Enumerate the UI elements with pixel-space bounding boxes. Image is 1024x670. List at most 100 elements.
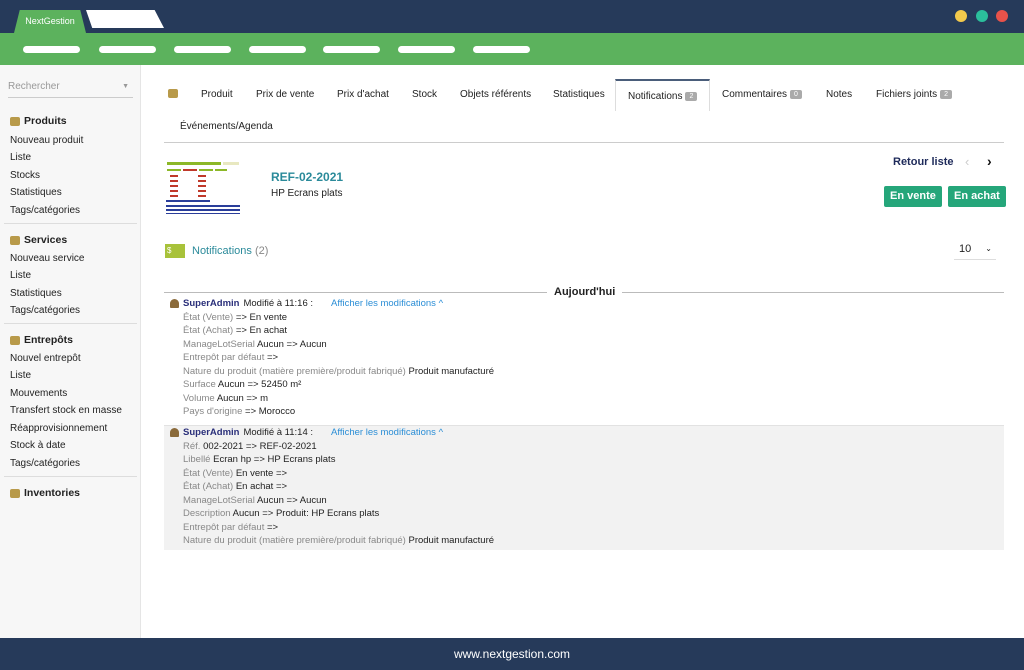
search-input[interactable]: Rechercher ▼ bbox=[8, 81, 133, 98]
count-badge: 2 bbox=[685, 92, 698, 101]
tab-label: Notifications bbox=[628, 91, 683, 102]
section-produits[interactable]: Produits bbox=[10, 115, 67, 127]
change-label: État (Achat) bbox=[183, 481, 234, 492]
page-size-value: 10 bbox=[959, 243, 972, 255]
change-label: ManageLotSerial bbox=[183, 494, 255, 506]
change-line: Libellé Ecran hp => HP Ecrans plats bbox=[164, 453, 1004, 467]
show-changes-link[interactable]: Afficher les modifications ^ bbox=[331, 297, 443, 311]
tab-prix-achat[interactable]: Prix d'achat bbox=[337, 89, 389, 100]
minimize-icon[interactable] bbox=[955, 10, 967, 22]
product-icon bbox=[168, 89, 178, 98]
entry-action: Modifié à 11:16 : bbox=[243, 298, 314, 309]
user-name[interactable]: SuperAdmin bbox=[183, 426, 239, 440]
change-label: Nature du produit (matière première/prod… bbox=[183, 535, 406, 546]
menu-item[interactable] bbox=[99, 46, 156, 53]
sidebar-item[interactable]: Nouvel entrepôt bbox=[10, 353, 81, 364]
chevron-down-icon: ▼ bbox=[122, 83, 129, 90]
change-line: Pays d'origine => Morocco bbox=[164, 405, 1004, 419]
tab-evenements[interactable]: Événements/Agenda bbox=[180, 121, 273, 132]
sidebar-item[interactable]: Tags/catégories bbox=[10, 205, 80, 216]
change-line: Nature du produit (matière première/prod… bbox=[164, 534, 1004, 548]
sidebar-item[interactable]: Stock à date bbox=[10, 440, 66, 451]
tab-produit[interactable]: Produit bbox=[201, 89, 233, 100]
services-icon bbox=[10, 235, 20, 245]
status-buy-button[interactable]: En achat bbox=[948, 186, 1006, 207]
inventory-icon bbox=[10, 488, 20, 498]
notifications-title: Notifications (2) bbox=[192, 245, 268, 257]
tab-stock[interactable]: Stock bbox=[412, 89, 437, 100]
change-line: ManageLotSerial Aucun => Aucun bbox=[164, 494, 1004, 508]
tab-commentaires[interactable]: Commentaires 0 bbox=[722, 89, 802, 100]
tab-notes[interactable]: Notes bbox=[826, 89, 852, 100]
change-value: 002-2021 => REF-02-2021 bbox=[203, 440, 317, 452]
tab-fichiers-joints[interactable]: Fichiers joints 2 bbox=[876, 89, 953, 100]
change-value: => bbox=[266, 352, 279, 363]
change-value: Aucun => 52450 m² bbox=[217, 379, 302, 390]
change-value: Produit manufacturé bbox=[408, 535, 495, 546]
box-icon bbox=[10, 116, 20, 126]
notifications-icon: $ bbox=[165, 244, 185, 258]
menu-item[interactable] bbox=[323, 46, 380, 53]
sidebar-item[interactable]: Mouvements bbox=[10, 388, 67, 399]
chevron-up-icon: ^ bbox=[438, 427, 444, 438]
change-value: => En vente bbox=[235, 311, 288, 323]
change-line: Nature du produit (matière première/prod… bbox=[164, 365, 1004, 379]
status-sell-button[interactable]: En vente bbox=[884, 186, 942, 207]
change-line: Entrepôt par défaut => bbox=[164, 351, 1004, 365]
app-tab[interactable]: NextGestion bbox=[14, 10, 86, 33]
notifications-count: (2) bbox=[254, 245, 269, 257]
sidebar-item[interactable]: Stocks bbox=[10, 170, 40, 181]
close-icon[interactable] bbox=[996, 10, 1008, 22]
menu-item[interactable] bbox=[23, 46, 80, 53]
change-label: Surface bbox=[183, 379, 216, 390]
section-entrepots[interactable]: Entrepôts bbox=[10, 334, 73, 346]
change-line: État (Achat) En achat => bbox=[164, 480, 1004, 494]
change-label: Entrepôt par défaut bbox=[183, 521, 265, 533]
change-label: État (Vente) bbox=[183, 467, 234, 479]
menu-item[interactable] bbox=[398, 46, 455, 53]
next-icon[interactable]: › bbox=[987, 153, 992, 169]
sidebar-item[interactable]: Liste bbox=[10, 270, 31, 281]
change-value: Produit manufacturé bbox=[408, 365, 495, 377]
show-changes-link[interactable]: Afficher les modifications ^ bbox=[331, 426, 443, 440]
blank-tab[interactable] bbox=[86, 10, 164, 28]
back-to-list-link[interactable]: Retour liste bbox=[893, 156, 954, 168]
change-value: Aucun => Produit: HP Ecrans plats bbox=[232, 508, 380, 519]
sidebar-item[interactable]: Tags/catégories bbox=[10, 305, 80, 316]
sidebar-item[interactable]: Liste bbox=[10, 152, 31, 163]
tab-prix-vente[interactable]: Prix de vente bbox=[256, 89, 314, 100]
sidebar-item[interactable]: Liste bbox=[10, 370, 31, 381]
sidebar-item[interactable]: Nouveau service bbox=[10, 253, 84, 264]
section-services[interactable]: Services bbox=[10, 234, 67, 246]
menu-item[interactable] bbox=[473, 46, 530, 53]
section-title: Entrepôts bbox=[24, 334, 74, 346]
sidebar-item[interactable]: Nouveau produit bbox=[10, 135, 83, 146]
page-size-select[interactable]: 10 ⌄ bbox=[954, 238, 996, 260]
user-name[interactable]: SuperAdmin bbox=[183, 297, 239, 311]
tab-notifications[interactable]: Notifications 2 bbox=[615, 79, 711, 111]
tab-statistiques[interactable]: Statistiques bbox=[553, 89, 605, 100]
change-label: ManageLotSerial bbox=[183, 338, 255, 350]
sidebar-item[interactable]: Statistiques bbox=[10, 288, 62, 299]
sidebar-item[interactable]: Statistiques bbox=[10, 187, 62, 198]
sidebar-item[interactable]: Transfert stock en masse bbox=[10, 405, 122, 416]
change-value: Ecran hp => HP Ecrans plats bbox=[213, 454, 336, 465]
maximize-icon[interactable] bbox=[976, 10, 988, 22]
product-image bbox=[166, 162, 240, 214]
warehouse-icon bbox=[10, 335, 20, 345]
change-label: Réf. bbox=[183, 440, 201, 452]
menu-item[interactable] bbox=[249, 46, 306, 53]
sidebar-item[interactable]: Réapprovisionnement bbox=[10, 423, 107, 434]
section-inventories[interactable]: Inventories bbox=[10, 487, 80, 499]
previous-icon[interactable]: ‹ bbox=[965, 154, 969, 169]
tab-objets-referents[interactable]: Objets référents bbox=[460, 89, 531, 100]
change-line: État (Vente) => En vente bbox=[164, 311, 1004, 325]
change-label: État (Vente) bbox=[183, 311, 234, 323]
sidebar-item[interactable]: Tags/catégories bbox=[10, 458, 80, 469]
change-label: Description bbox=[183, 508, 231, 519]
tab-bar: Produit Prix de vente Prix d'achat Stock… bbox=[164, 79, 1004, 143]
menu-item[interactable] bbox=[174, 46, 231, 53]
footer: www.nextgestion.com bbox=[0, 638, 1024, 670]
product-label: HP Ecrans plats bbox=[271, 188, 343, 199]
change-value: => Morocco bbox=[245, 406, 296, 417]
